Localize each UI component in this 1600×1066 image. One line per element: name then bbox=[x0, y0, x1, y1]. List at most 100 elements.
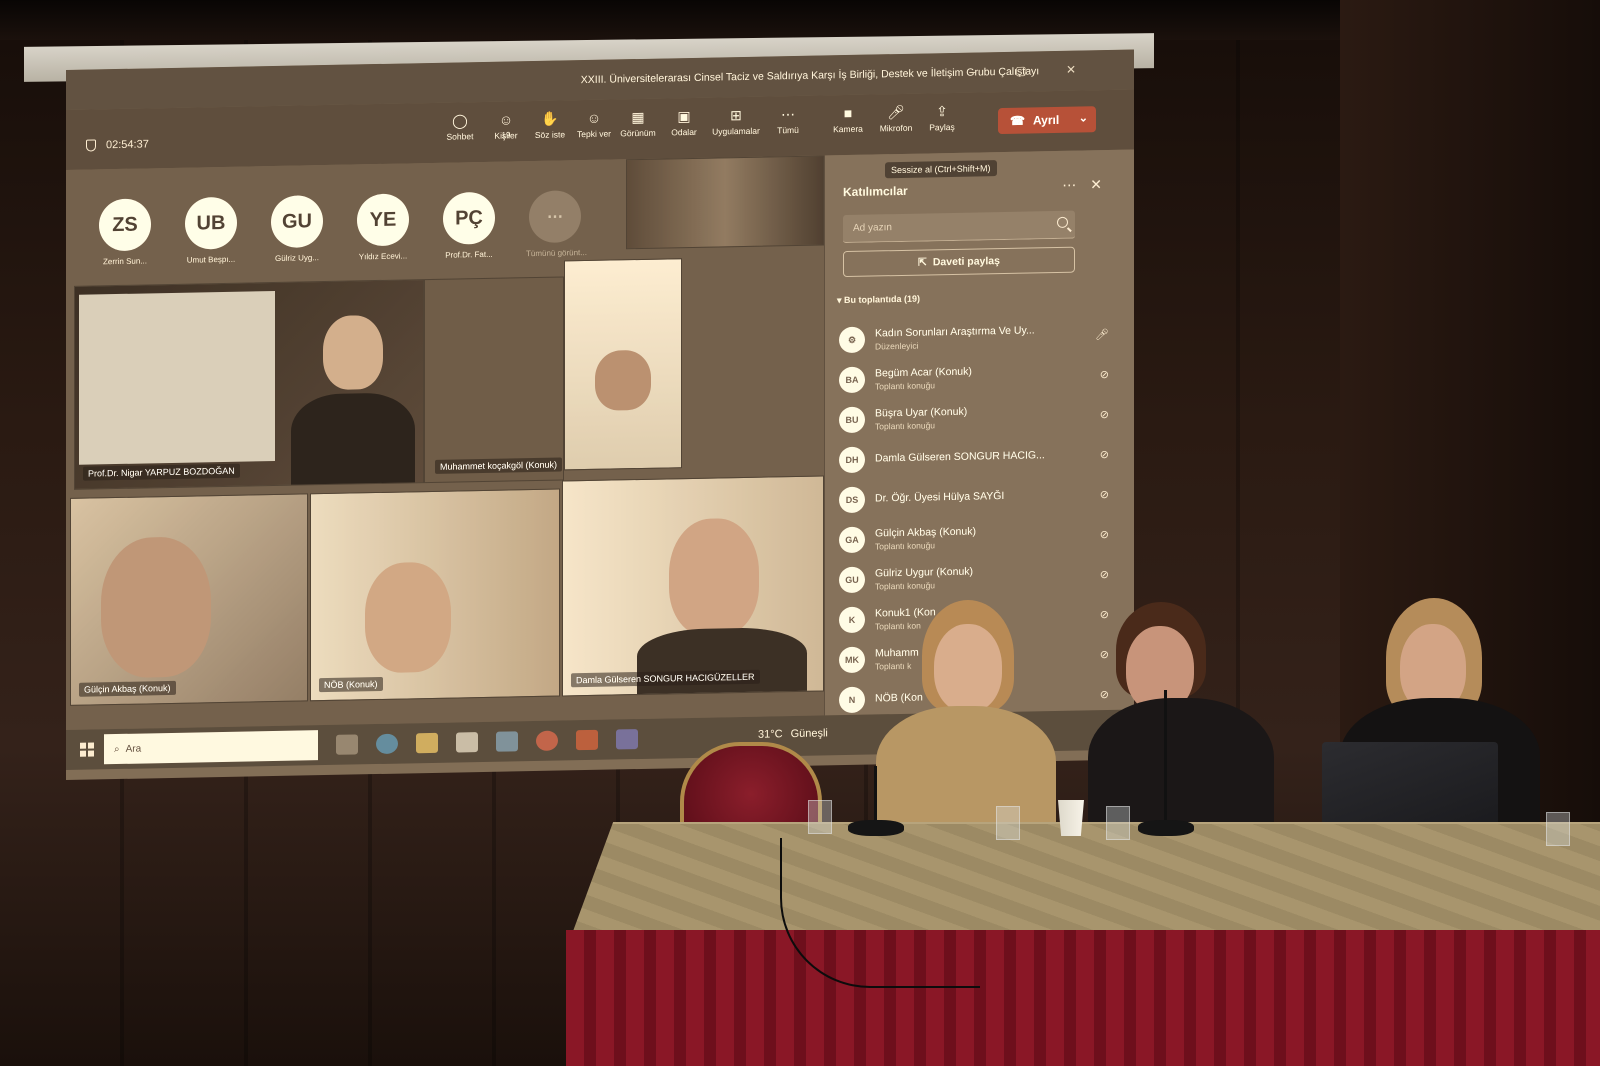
leave-button[interactable]: ☎ Ayrıl ⌄ bbox=[998, 106, 1096, 135]
participant-body bbox=[291, 392, 415, 487]
window-controls[interactable]: – ▢ ✕ bbox=[969, 62, 1094, 78]
avatar[interactable]: ZS Zerrin Sun... bbox=[96, 198, 154, 266]
share-screen-icon: ⇪ bbox=[936, 103, 948, 120]
microphone-cable bbox=[780, 838, 980, 988]
tile-name-label: Gülçin Akbaş (Konuk) bbox=[79, 680, 176, 697]
presenter-left bbox=[876, 600, 1056, 830]
water-glass bbox=[1546, 812, 1570, 846]
tile-name-label: NÖB (Konuk) bbox=[319, 676, 383, 693]
apps-button[interactable]: ⊞ Uygulamalar bbox=[710, 107, 762, 137]
view-all-avatars[interactable]: ⋯ Tümünü görünt... bbox=[526, 190, 587, 258]
video-tile-room[interactable] bbox=[626, 155, 824, 250]
list-item[interactable]: DS Dr. Öğr. Üyesi Hülya SAYĞI ⊘ bbox=[839, 475, 1129, 521]
water-glass bbox=[996, 806, 1020, 840]
more-icon: ⋯ bbox=[781, 106, 795, 123]
file-explorer-icon[interactable] bbox=[416, 732, 438, 754]
mute-tooltip: Sessize al (Ctrl+Shift+M) bbox=[885, 160, 997, 179]
share-icon: ⇱ bbox=[918, 256, 927, 269]
microphone-stand bbox=[874, 766, 877, 824]
video-tile-muhammet[interactable] bbox=[564, 258, 682, 471]
avatar[interactable]: UB Umut Beşpı... bbox=[182, 196, 240, 265]
mic-muted-icon: ⊘ bbox=[1099, 488, 1109, 502]
organizer-avatar: ⚙ bbox=[839, 326, 865, 354]
avatar-strip: ZS Zerrin Sun... UB Umut Beşpı... GU Gül… bbox=[96, 190, 587, 266]
more-icon: ⋯ bbox=[529, 190, 581, 244]
tile-name-label: Muhammet koçakgöl (Konuk) bbox=[435, 457, 563, 474]
participant-search-input[interactable] bbox=[843, 210, 1075, 244]
rooms-icon: ▣ bbox=[677, 108, 691, 125]
participant-face bbox=[365, 561, 451, 674]
presenter-center bbox=[1088, 602, 1274, 830]
reaction-icon: ☺ bbox=[586, 109, 602, 126]
presenter-jacket bbox=[876, 706, 1056, 830]
rooms-button[interactable]: ▣ Odalar bbox=[658, 108, 710, 138]
view-button[interactable]: ▦ Görünüm bbox=[612, 109, 664, 139]
avatar[interactable]: PÇ Prof.Dr. Fat... bbox=[440, 191, 498, 260]
table-cloth bbox=[572, 822, 1600, 934]
participant-body bbox=[637, 626, 807, 697]
mic-button[interactable]: 🎤︎ Mikrofon bbox=[870, 104, 922, 134]
chat-button[interactable]: ◯ Sohbet bbox=[434, 112, 486, 142]
powerpoint-icon[interactable] bbox=[576, 729, 598, 751]
list-item[interactable]: BU Büşra Uyar (Konuk) Toplantı konuğu ⊘ bbox=[839, 395, 1129, 441]
microphone-base bbox=[848, 820, 904, 836]
presenter-face bbox=[934, 624, 1002, 712]
list-item[interactable]: GA Gülçin Akbaş (Konuk) Toplantı konuğu ⊘ bbox=[839, 515, 1129, 561]
mic-muted-icon: ⊘ bbox=[1099, 568, 1109, 582]
list-item[interactable]: ⚙ Kadın Sorunları Araştırma Ve Uy... Düze… bbox=[839, 315, 1129, 361]
weather-temperature: 31°C bbox=[758, 728, 783, 741]
windows-start-icon[interactable] bbox=[80, 742, 94, 757]
mic-muted-icon: ⊘ bbox=[1099, 448, 1109, 462]
list-item[interactable]: BA Begüm Acar (Konuk) Toplantı konuğu ⊘ bbox=[839, 355, 1129, 401]
list-item[interactable]: DH Damla Gülseren SONGUR HACIG... ⊘ bbox=[839, 435, 1129, 481]
microphone-stand bbox=[1164, 690, 1167, 822]
section-header[interactable]: ▾ Bu toplantıda (19) bbox=[837, 294, 920, 307]
participant-face bbox=[669, 517, 759, 638]
water-glass bbox=[808, 800, 832, 834]
video-stage: ZS Zerrin Sun... UB Umut Beşpı... GU Gül… bbox=[66, 155, 824, 730]
mic-icon: 🎤︎ bbox=[887, 103, 905, 121]
chevron-down-icon[interactable]: ⌄ bbox=[1079, 111, 1088, 124]
meeting-timer-row: 02:54:37 bbox=[86, 138, 149, 152]
participant-face bbox=[595, 349, 651, 411]
task-view-icon[interactable] bbox=[336, 734, 358, 755]
weather-condition: Güneşli bbox=[790, 727, 828, 741]
chrome-browser-icon[interactable] bbox=[536, 730, 558, 751]
video-tile-gulcin[interactable]: Gülçin Akbaş (Konuk) bbox=[70, 493, 308, 706]
meeting-timer: 02:54:37 bbox=[106, 138, 149, 152]
store-icon[interactable] bbox=[456, 732, 478, 753]
share-invite-button[interactable]: ⇱ Daveti paylaş bbox=[843, 246, 1075, 278]
camera-icon: ■ bbox=[843, 104, 853, 122]
avatar[interactable]: GU Gülriz Uyg... bbox=[268, 195, 326, 263]
participant-face bbox=[323, 314, 383, 391]
taskbar-search[interactable]: ⌕ Ara bbox=[104, 730, 318, 765]
mic-muted-icon: ⊘ bbox=[1099, 528, 1109, 542]
search-icon: ⌕ bbox=[114, 743, 120, 755]
more-button[interactable]: ⋯ Tümü bbox=[762, 106, 814, 136]
teams-icon[interactable] bbox=[616, 729, 638, 750]
mail-icon[interactable] bbox=[496, 731, 518, 752]
mic-icon: 🎤︎ bbox=[1095, 328, 1109, 342]
table-skirt bbox=[566, 930, 1600, 1066]
panel-actions[interactable]: ⋯✕ bbox=[1062, 176, 1116, 194]
participant-face bbox=[101, 536, 211, 679]
edge-browser-icon[interactable] bbox=[376, 733, 398, 755]
weather-widget[interactable]: 31°C Güneşli bbox=[758, 727, 828, 740]
shield-icon bbox=[86, 139, 96, 152]
list-item[interactable]: GU Gülriz Uygur (Konuk) Toplantı konuğu ⊘ bbox=[839, 555, 1129, 601]
avatar[interactable]: YE Yıldız Ecevi... bbox=[354, 193, 412, 261]
view-icon: ▦ bbox=[631, 108, 645, 126]
water-glass bbox=[1106, 806, 1130, 840]
video-tile-damla[interactable]: Damla Gülseren SONGUR HACIGÜZELLER bbox=[562, 475, 824, 697]
mic-muted-icon: ⊘ bbox=[1099, 368, 1109, 382]
mic-muted-icon: ⊘ bbox=[1099, 408, 1109, 422]
red-chair bbox=[680, 742, 822, 830]
video-tile-nob[interactable]: NÖB (Konuk) bbox=[310, 488, 560, 702]
share-screen-button[interactable]: ⇪ Paylaş bbox=[916, 103, 968, 133]
video-tile-nigar[interactable]: Prof.Dr. Nigar YARPUZ BOZDOĞAN bbox=[74, 279, 424, 490]
camera-button[interactable]: ■ Kamera bbox=[822, 104, 874, 134]
paper-cup bbox=[1058, 800, 1084, 836]
microphone-base bbox=[1138, 820, 1194, 836]
video-tile-muhammet-bg: Muhammet koçakgöl (Konuk) bbox=[424, 276, 564, 484]
shared-screen-thumbnail bbox=[79, 290, 275, 465]
